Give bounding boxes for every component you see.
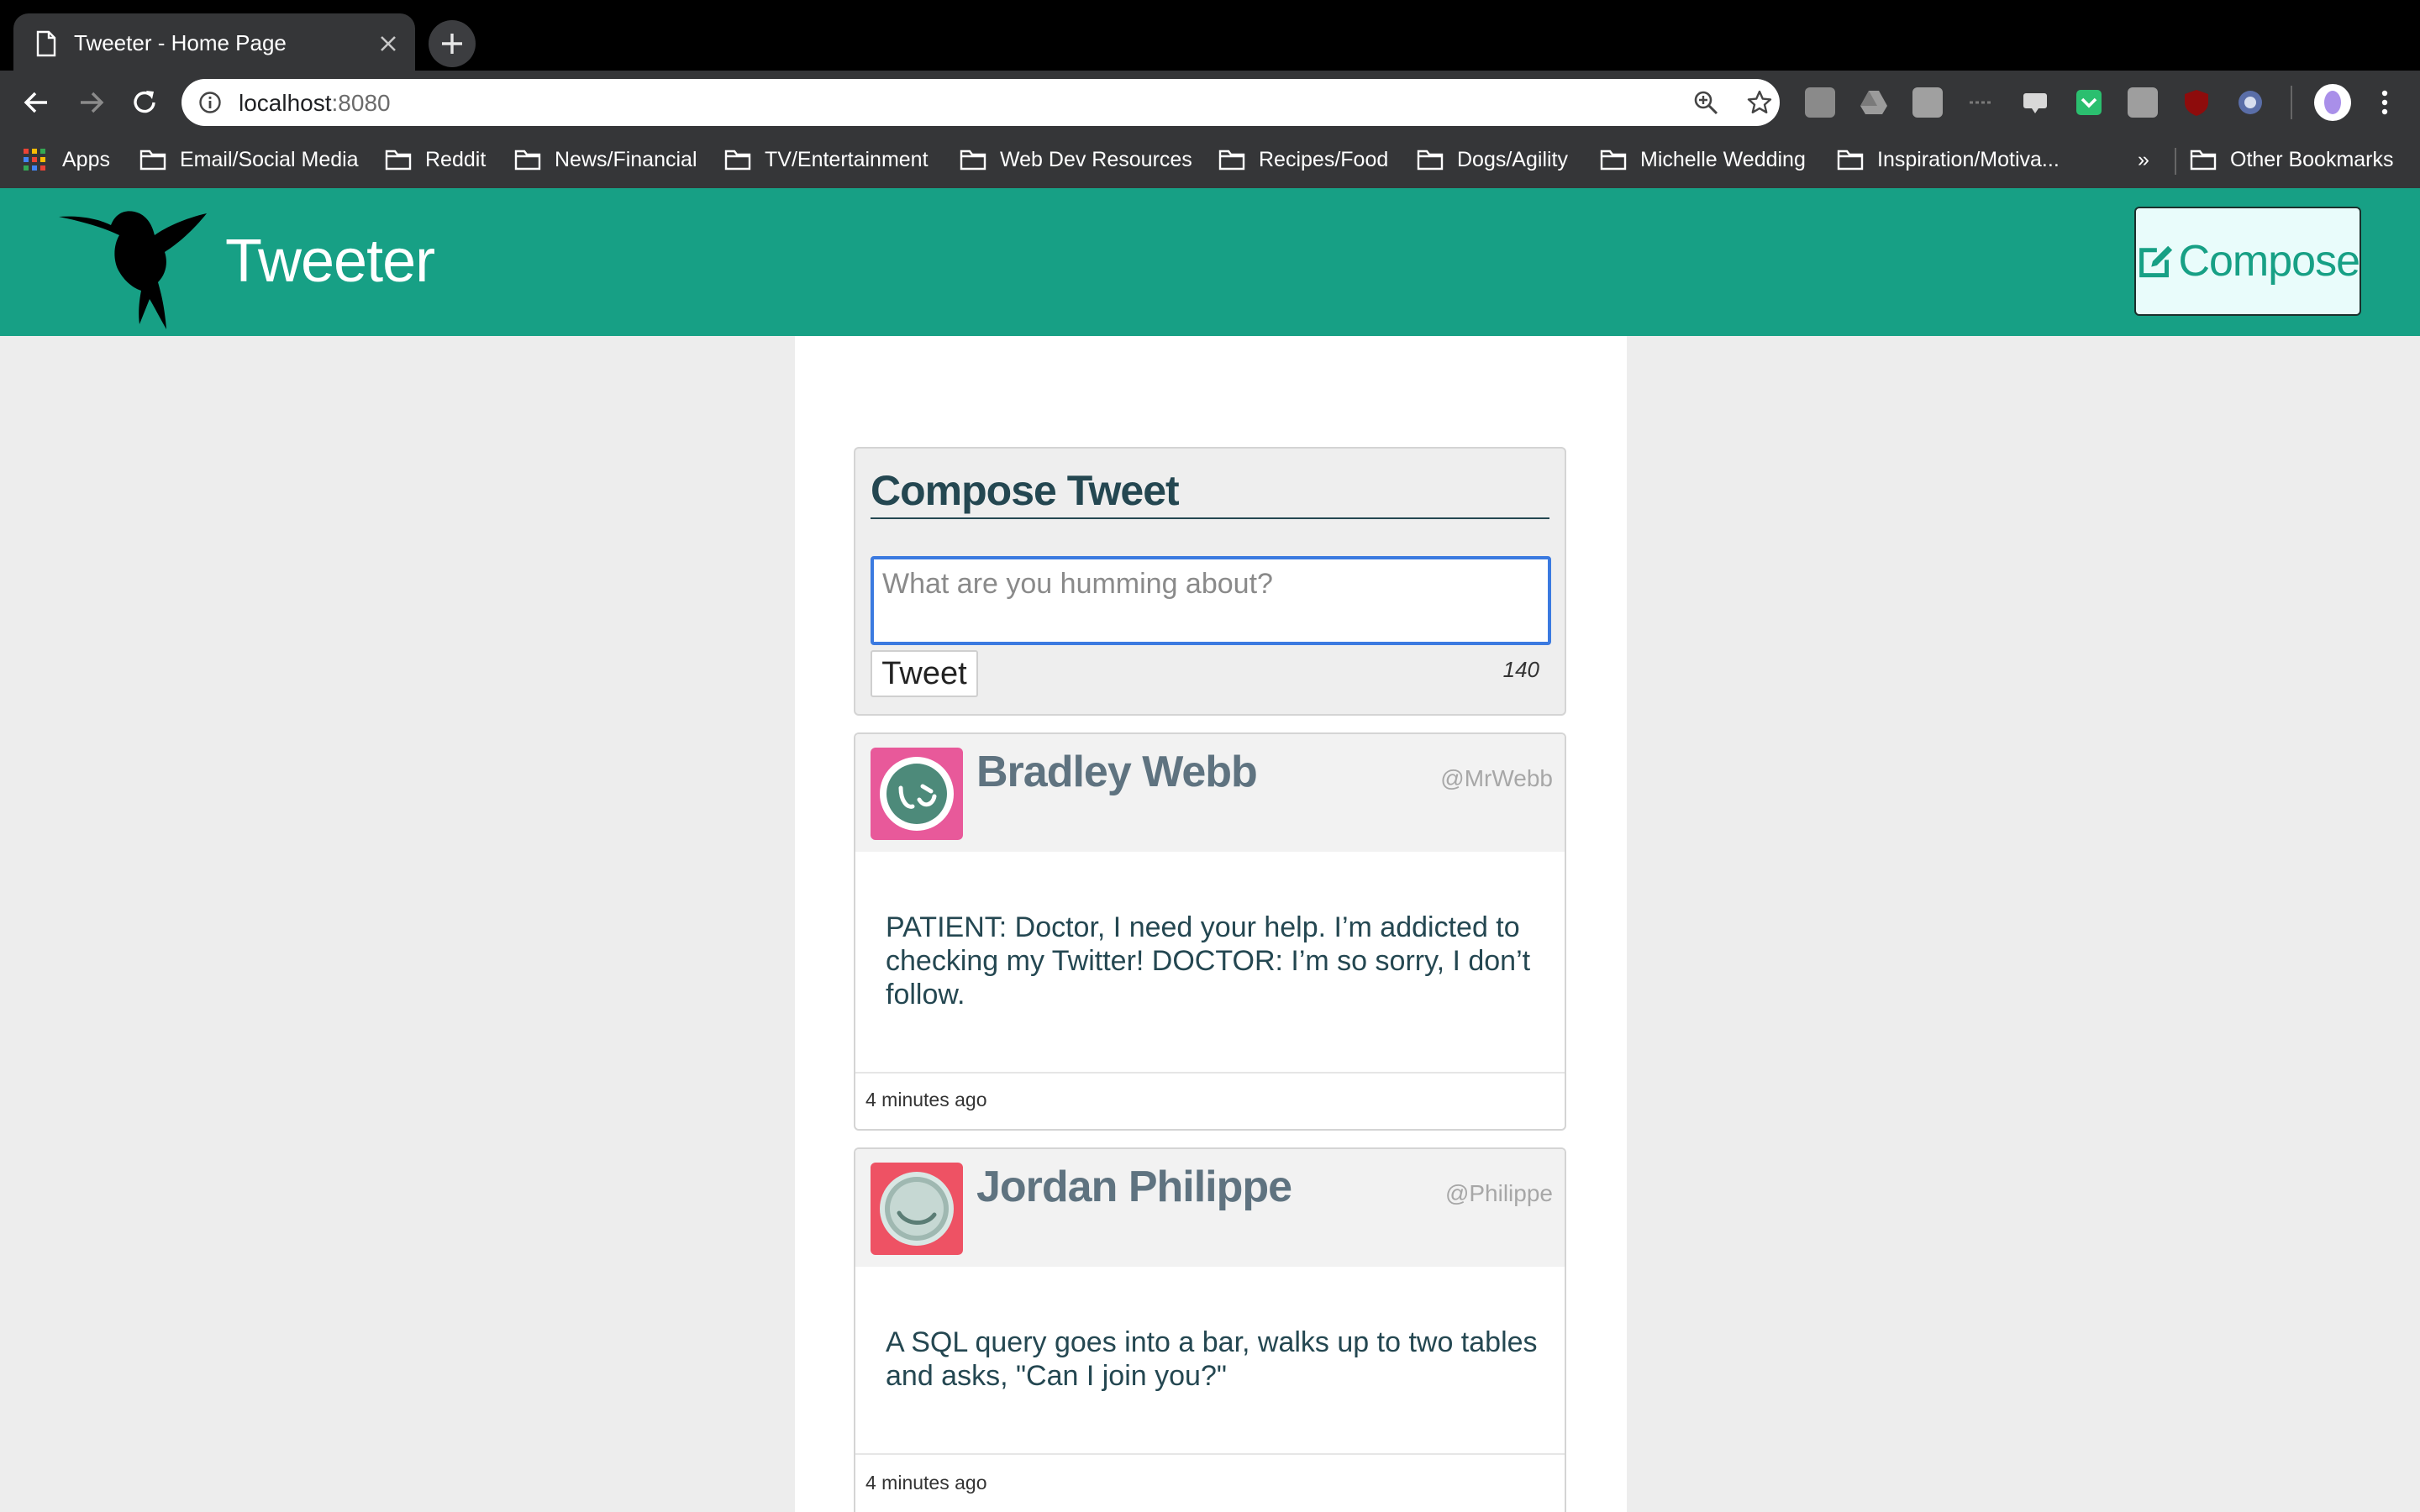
folder-icon [1417, 150, 1444, 171]
bookmark-apps[interactable]: Apps [24, 143, 110, 176]
close-icon[interactable] [376, 32, 400, 55]
extension-grey-icon[interactable] [2128, 87, 2158, 118]
tweet-header: Bradley Webb @MrWebb [855, 734, 1565, 852]
site-header: Tweeter Compose [0, 188, 2420, 336]
folder-icon [139, 150, 166, 171]
bookmark-folder[interactable]: Email/Social Media [139, 143, 359, 176]
edit-icon [2139, 245, 2173, 278]
toolbar-separator [2291, 86, 2292, 119]
tweet-card: Bradley Webb @MrWebb PATIENT: Doctor, I … [854, 732, 1566, 1131]
bookmark-folder[interactable]: Inspiration/Motiva... [1837, 143, 2060, 176]
tweet-author-handle: @MrWebb [1440, 765, 1553, 791]
back-arrow-icon[interactable] [18, 84, 55, 121]
tweet-header: Jordan Philippe @Philippe [855, 1149, 1565, 1267]
folder-icon [385, 150, 412, 171]
tweet-text: PATIENT: Doctor, I need your help. I’m a… [886, 911, 1531, 1011]
bookmark-separator [2175, 148, 2176, 175]
browser-chrome: Tweeter - Home Page localhost:8080 Apps … [0, 0, 2420, 188]
bookmark-label: TV/Entertainment [765, 148, 929, 171]
folder-icon [1218, 150, 1245, 171]
bookmark-folder[interactable]: Recipes/Food [1218, 143, 1388, 176]
apps-grid-icon [24, 149, 45, 171]
folder-icon [1837, 150, 1864, 171]
compose-title-underline [871, 517, 1549, 519]
bookmark-label: Inspiration/Motiva... [1877, 148, 2060, 171]
reload-icon[interactable] [126, 84, 163, 121]
folder-icon [2190, 150, 2217, 171]
ublock-icon[interactable] [2181, 87, 2212, 118]
url-port: :8080 [331, 90, 391, 116]
profile-avatar-icon[interactable] [2312, 82, 2353, 123]
zoom-icon[interactable] [1692, 89, 1719, 116]
address-bar[interactable]: localhost:8080 [182, 79, 1780, 126]
bookmark-label: Recipes/Food [1259, 148, 1389, 171]
bookmark-folder[interactable]: Dogs/Agility [1417, 143, 1568, 176]
brand-name: Tweeter [225, 228, 435, 295]
avatar [871, 1163, 963, 1255]
tab-strip: Tweeter - Home Page [0, 0, 2420, 71]
bookmark-folder[interactable]: News/Financial [514, 143, 697, 176]
browser-tab[interactable]: Tweeter - Home Page [13, 13, 415, 71]
kebab-menu-icon[interactable] [2370, 87, 2400, 118]
bookmark-label: Apps [62, 148, 110, 171]
bookmark-label: News/Financial [555, 148, 697, 171]
bookmarks-bar: Apps Email/Social Media Reddit News/Fina… [0, 134, 2420, 188]
folder-icon [724, 150, 751, 171]
new-tab-button[interactable] [429, 20, 476, 67]
main-column: Compose Tweet Tweet 140 Bradley Webb @Mr… [795, 336, 1627, 1512]
bookmark-folder[interactable]: Other Bookmarks [2190, 143, 2394, 176]
tweet-card: Jordan Philippe @Philippe A SQL query go… [854, 1147, 1566, 1512]
url-text[interactable]: localhost:8080 [239, 89, 391, 118]
bookmark-label: Other Bookmarks [2230, 148, 2394, 171]
bookmark-label: Web Dev Resources [1000, 148, 1192, 171]
green-ext-icon[interactable] [2074, 87, 2104, 118]
forward-arrow-icon[interactable] [72, 84, 109, 121]
bookmark-folder[interactable]: Michelle Wedding [1600, 143, 1806, 176]
bookmark-overflow-button[interactable]: » [2138, 143, 2149, 176]
plus-icon [442, 34, 462, 54]
folder-icon [514, 150, 541, 171]
tweet-divider [855, 1453, 1565, 1455]
screenshot-ext-icon[interactable] [2020, 87, 2050, 118]
tweet-submit-button[interactable]: Tweet [871, 650, 978, 697]
tweet-timestamp: 4 minutes ago [865, 1089, 987, 1110]
folder-icon [1600, 150, 1627, 171]
tweet-author-handle: @Philippe [1444, 1180, 1553, 1206]
info-icon[interactable] [198, 91, 222, 114]
tab-title: Tweeter - Home Page [74, 30, 287, 55]
bookmark-label: Email/Social Media [180, 148, 359, 171]
browser-toolbar: localhost:8080 [0, 71, 2420, 134]
compose-button[interactable]: Compose [2134, 207, 2361, 316]
tweet-divider [855, 1072, 1565, 1074]
drive-icon[interactable] [1859, 87, 1889, 118]
tweet-text: A SQL query goes into a bar, walks up to… [886, 1326, 1538, 1392]
blue-ring-icon[interactable] [2235, 87, 2265, 118]
star-icon[interactable] [1746, 89, 1773, 116]
url-host: localhost [239, 90, 332, 116]
overflow-chevron: » [2138, 148, 2149, 171]
hummingbird-logo [59, 211, 207, 329]
compose-title: Compose Tweet [871, 467, 1180, 514]
bookmark-folder[interactable]: TV/Entertainment [724, 143, 929, 176]
extension-h-icon[interactable] [1805, 87, 1835, 118]
bookmark-label: Reddit [425, 148, 487, 171]
avatar [871, 748, 963, 840]
tweet-author-name: Jordan Philippe [976, 1163, 1292, 1211]
document-icon [36, 30, 56, 57]
compose-tweet-form: Compose Tweet Tweet 140 [854, 447, 1566, 716]
tweet-author-name: Bradley Webb [976, 748, 1258, 796]
bookmark-folder[interactable]: Web Dev Resources [960, 143, 1192, 176]
compose-button-label: Compose [2178, 236, 2360, 286]
bookmark-label: Dogs/Agility [1457, 148, 1568, 171]
char-counter: 140 [1502, 657, 1539, 682]
folder-icon [960, 150, 986, 171]
bookmark-folder[interactable]: Reddit [385, 143, 486, 176]
extension-dots-icon[interactable] [1966, 87, 1996, 118]
bookmark-label: Michelle Wedding [1640, 148, 1806, 171]
tweet-timestamp: 4 minutes ago [865, 1472, 987, 1494]
tweet-textarea[interactable] [871, 556, 1551, 645]
extension-card-icon[interactable] [1912, 87, 1943, 118]
